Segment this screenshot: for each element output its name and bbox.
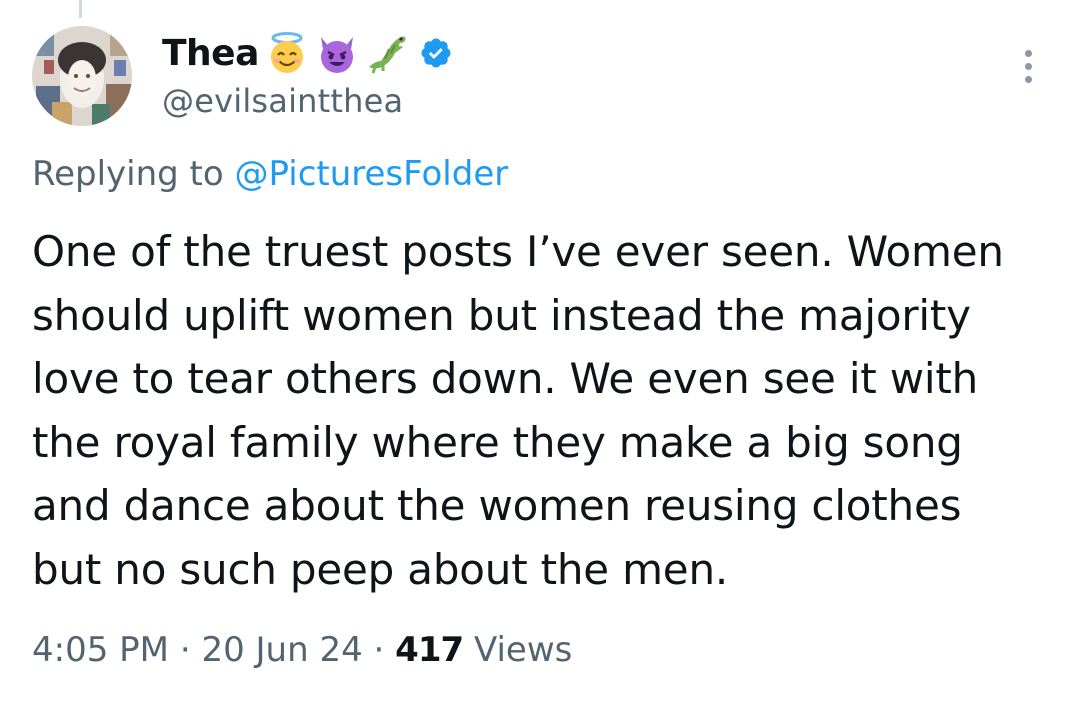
meta-separator: ·: [373, 630, 385, 670]
avatar[interactable]: [32, 26, 132, 126]
crocodile-icon: [365, 31, 409, 75]
reply-mention-link[interactable]: @PicturesFolder: [235, 154, 509, 194]
tweet-text-line: the royal family where they make a big s…: [32, 417, 963, 467]
more-dot-icon: [1025, 63, 1032, 70]
tweet-text-line: should uplift women but instead the majo…: [32, 290, 971, 340]
more-dot-icon: [1025, 76, 1032, 83]
smiling-imp-icon: [315, 31, 359, 75]
more-options-button[interactable]: [1016, 44, 1040, 88]
views-count: 417: [395, 630, 464, 670]
tweet-text-line: and dance about the women reusing clothe…: [32, 481, 962, 530]
smiling-face-with-halo-icon: [265, 31, 309, 75]
tweet-text: One of the truest posts I’ve ever seen. …: [32, 220, 1062, 601]
tweet-time[interactable]: 4:05 PM: [32, 630, 169, 670]
tweet-text-line: love to tear others down. We even see it…: [32, 354, 979, 403]
tweet-text-line: but no such peep about the men.: [32, 544, 729, 594]
tweet-meta: 4:05 PM · 20 Jun 24 · 417 Views: [32, 630, 572, 670]
meta-separator: ·: [179, 630, 191, 670]
display-name[interactable]: Thea: [162, 33, 259, 74]
author-name-row: Thea: [162, 28, 453, 78]
author-handle[interactable]: @evilsaintthea: [162, 82, 403, 120]
tweet-text-line: One of the truest posts I’ve ever seen. …: [32, 227, 1004, 276]
views-label: Views: [473, 630, 573, 670]
reply-context: Replying to @PicturesFolder: [32, 154, 508, 194]
thread-connector-line: [79, 0, 82, 18]
tweet-date[interactable]: 20 Jun 24: [201, 630, 362, 670]
more-dot-icon: [1025, 50, 1032, 57]
reply-prefix: Replying to: [32, 154, 224, 194]
verified-badge-icon: [419, 36, 453, 70]
